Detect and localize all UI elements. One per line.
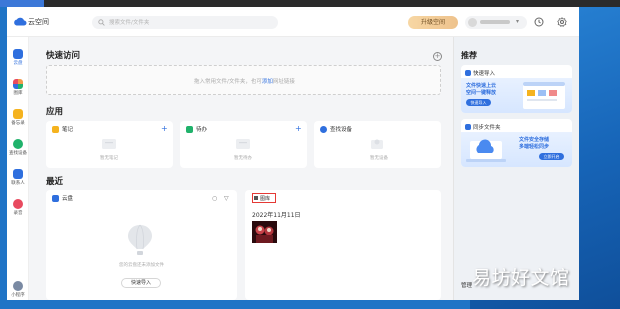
sidebar-item-mini-programs[interactable]: 小程序 — [7, 281, 29, 300]
search-icon — [98, 19, 105, 26]
search-placeholder: 搜索文件/文件夹 — [109, 20, 150, 26]
add-link[interactable]: 添加 — [262, 79, 273, 85]
storage-manage-label[interactable]: 管理 — [461, 281, 472, 289]
todo-icon — [186, 126, 193, 133]
notes-icon — [52, 126, 59, 133]
mini-program-icon — [13, 281, 23, 291]
quick-access-dropzone[interactable]: 拖入常用文件/文件夹，也可添加网址链接 — [46, 65, 441, 95]
promo-sync-folder-button[interactable]: 立即开启 — [539, 153, 564, 160]
search-box[interactable]: 搜索文件/文件夹 — [92, 16, 278, 29]
sidebar-item-contacts[interactable]: 联系人 — [7, 169, 29, 191]
sidebar: 云盘 图库 备忘录 查找设备 联系人 录音 小程序 — [7, 37, 29, 300]
promo-quick-import-button[interactable]: 快速导入 — [466, 99, 491, 106]
memo-icon — [13, 109, 23, 119]
photo-image — [252, 221, 277, 243]
clock-icon[interactable] — [534, 17, 544, 27]
contacts-icon — [13, 169, 23, 179]
upgrade-storage-button[interactable]: 升级空间 — [408, 16, 458, 29]
upload-icon — [465, 70, 471, 76]
cloud-logo-icon — [14, 17, 27, 26]
promo-quick-import[interactable]: 快速导入 文件快速上云 空间一键释放 快速导入 — [461, 65, 572, 113]
gallery-icon — [13, 79, 23, 89]
notes-card[interactable]: 笔记 + 暂无笔记 — [46, 121, 173, 168]
browser-tab-bar — [0, 0, 620, 7]
empty-notes-illustration — [102, 139, 116, 149]
quick-import-button[interactable]: 快速导入 — [121, 278, 161, 288]
add-quick-access-icon[interactable]: + — [433, 52, 442, 61]
photo-thumbnail[interactable] — [252, 221, 277, 243]
browser-tab[interactable] — [0, 0, 44, 7]
photo-date: 2022年11月11日 — [252, 212, 301, 219]
main-content: 快速访问 + 拖入常用文件/文件夹，也可添加网址链接 应用 笔记 + 暂无笔记 … — [29, 37, 453, 300]
empty-device-illustration — [371, 139, 383, 149]
sidebar-item-drive[interactable]: 云盘 — [7, 49, 29, 71]
gallery-icon — [254, 196, 258, 200]
empty-todo-illustration — [236, 139, 250, 149]
promo-sync-folder[interactable]: 同步文件夹 文件安全存储 多端轻松同步 立即开启 — [461, 119, 572, 167]
recommend-panel: 推荐 快速导入 文件快速上云 空间一键释放 快速导入 同步文件夹 文件安全存储 … — [453, 37, 579, 300]
locate-icon — [13, 139, 23, 149]
avatar — [468, 18, 477, 27]
title-bar: 云空间 搜索文件/文件夹 升级空间 ▾ — [7, 7, 579, 37]
quick-access-title: 快速访问 — [46, 51, 81, 61]
recorder-icon — [13, 199, 23, 209]
gear-icon[interactable] — [557, 17, 567, 27]
app-title: 云空间 — [28, 18, 49, 26]
sync-folder-icon — [465, 124, 471, 130]
file-window-illustration — [523, 82, 565, 109]
todo-card[interactable]: 待办 + 暂无待办 — [180, 121, 307, 168]
sidebar-item-find-device[interactable]: 查找设备 — [7, 139, 29, 161]
recent-gallery-card: 图库 2022年11月11日 — [245, 190, 441, 300]
hot-air-balloon-illustration — [128, 224, 152, 255]
apps-title: 应用 — [46, 107, 64, 117]
add-todo-icon[interactable]: + — [295, 125, 302, 133]
user-account-menu[interactable]: ▾ — [465, 16, 527, 29]
sidebar-item-recorder[interactable]: 录音 — [7, 199, 29, 221]
filter-icon[interactable]: ▽ — [224, 195, 229, 202]
sync-laptop-illustration — [466, 139, 506, 162]
sidebar-item-gallery[interactable]: 图库 — [7, 79, 29, 101]
recent-drive-card: 云盘 ○ ▽ 您的云盘还未添加文件 快速导入 — [46, 190, 237, 300]
recent-title: 最近 — [46, 177, 64, 187]
username-masked — [480, 20, 510, 24]
chevron-down-icon: ▾ — [516, 18, 520, 25]
gallery-tab-highlighted[interactable]: 图库 — [252, 193, 276, 203]
refresh-icon[interactable]: ○ — [212, 195, 217, 202]
app-window: 云空间 搜索文件/文件夹 升级空间 ▾ 云盘 图库 备忘录 查找设备 联系人 录… — [7, 7, 579, 300]
sidebar-item-memo[interactable]: 备忘录 — [7, 109, 29, 131]
cloud-icon — [13, 49, 23, 59]
locate-icon — [320, 126, 327, 133]
cloud-icon — [52, 195, 59, 202]
find-device-card[interactable]: 查找设备 暂无设备 — [314, 121, 441, 168]
watermark-text: 易坊好文馆 — [472, 267, 570, 289]
add-note-icon[interactable]: + — [161, 125, 168, 133]
recommend-title: 推荐 — [461, 51, 477, 60]
